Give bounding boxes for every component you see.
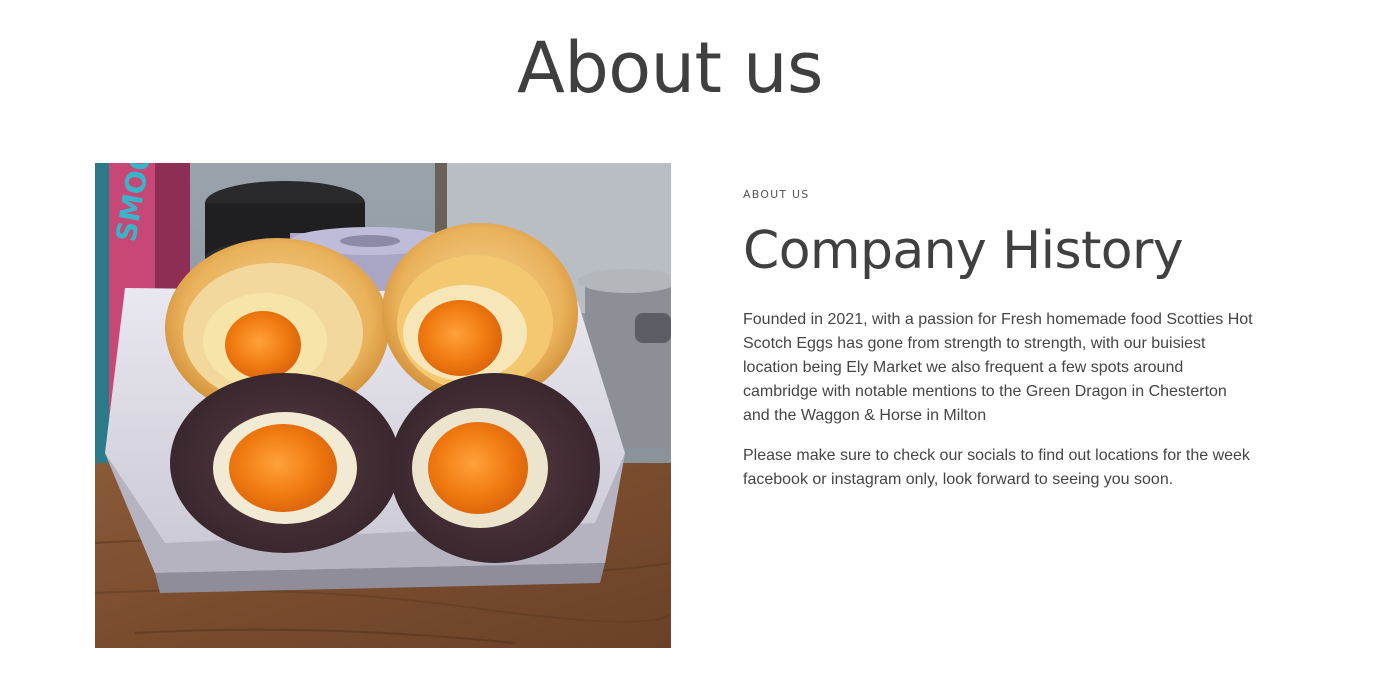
history-paragraph: Founded in 2021, with a passion for Fres… [743, 311, 1253, 424]
about-content: ABOUT US Company History Founded in 2021… [743, 186, 1253, 492]
scotch-eggs-photo: SMOO [95, 163, 671, 648]
section-title: Company History [743, 221, 1184, 281]
section-eyebrow: ABOUT US [743, 188, 810, 201]
socials-paragraph: Please make sure to check our socials to… [743, 447, 1250, 488]
page-title: About us [516, 27, 824, 109]
